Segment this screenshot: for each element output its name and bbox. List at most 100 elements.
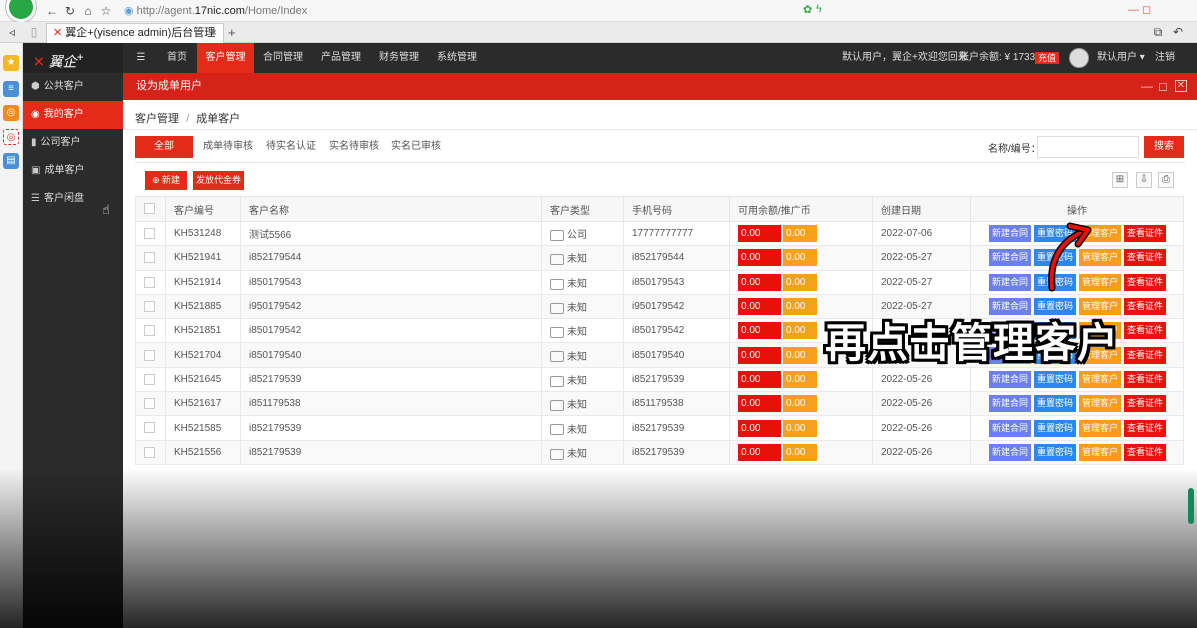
new-contract-button[interactable]: 新建合同 (989, 419, 1032, 437)
new-contract-button[interactable]: 新建合同 (989, 225, 1032, 243)
menu-toggle-icon[interactable]: ☰ (131, 43, 151, 73)
col-header-name[interactable]: 客户名称 (240, 196, 542, 222)
balance-badge: 0.00 (738, 419, 781, 437)
select-all-cell (135, 196, 166, 222)
view-documents-button[interactable]: 查看证件 (1124, 419, 1167, 437)
avatar[interactable] (1069, 48, 1089, 68)
close-icon[interactable]: ✕ (1175, 80, 1187, 92)
col-header-phone[interactable]: 手机号码 (623, 196, 730, 222)
new-contract-button[interactable]: 新建合同 (989, 443, 1032, 461)
tab-close-button[interactable]: × (211, 24, 217, 43)
export-icon[interactable]: ⇩ (1136, 172, 1152, 188)
reset-password-button[interactable]: 重置密码 (1034, 370, 1077, 388)
row-checkbox[interactable] (144, 349, 155, 361)
col-header-type[interactable]: 客户类型 (541, 196, 624, 222)
row-checkbox[interactable] (144, 422, 155, 434)
nav-contract-management[interactable]: 合同管理 (256, 43, 310, 73)
search-input[interactable] (1037, 136, 1139, 158)
customer-type-cell: 未知 (541, 245, 624, 271)
print-icon[interactable]: ⎙ (1158, 172, 1174, 188)
speed-icon[interactable]: ϟ (816, 3, 822, 15)
filter-tab-pending-deal[interactable]: 成单待审核 (203, 136, 253, 158)
nav-finance-management[interactable]: 财务管理 (371, 43, 427, 73)
col-header-id[interactable]: 客户编号 (165, 196, 241, 222)
view-documents-button[interactable]: 查看证件 (1124, 346, 1167, 364)
filter-tab-verified[interactable]: 实名已审核 (391, 136, 441, 158)
view-documents-button[interactable]: 查看证件 (1124, 443, 1167, 461)
balance-cell: 0.00 0.00 (729, 415, 873, 441)
bookmark-star-icon[interactable]: ☆ (98, 3, 114, 19)
target-icon[interactable]: ◎ (3, 129, 19, 145)
row-checkbox[interactable] (144, 398, 155, 410)
search-button[interactable]: 搜索 (1144, 136, 1184, 158)
window-controls-icon[interactable]: — ◻ (1128, 3, 1151, 16)
manage-customer-button[interactable]: 管理客户 (1079, 370, 1122, 388)
restore-icon[interactable]: ⧉ (1150, 24, 1166, 40)
row-checkbox[interactable] (144, 228, 155, 240)
reset-password-button[interactable]: 重置密码 (1034, 395, 1077, 413)
new-contract-button[interactable]: 新建合同 (989, 370, 1032, 388)
new-tab-button[interactable]: + (228, 25, 236, 40)
address-bar[interactable]: ◉ http://agent.17nic.com/Home/Index (124, 3, 834, 19)
reset-password-button[interactable]: 重置密码 (1034, 443, 1077, 461)
filter-tab-pending-verify[interactable]: 待实名认证 (266, 136, 316, 158)
sidebar-item-public[interactable]: ⬢ 公共客户 (23, 73, 123, 101)
manage-customer-button[interactable]: 管理客户 (1079, 443, 1122, 461)
manage-customer-button[interactable]: 管理客户 (1079, 395, 1122, 413)
sidebar-toggle-icon[interactable]: ◃ (4, 24, 20, 40)
row-checkbox[interactable] (144, 252, 155, 264)
breadcrumb-root[interactable]: 客户管理 (135, 113, 179, 125)
browser-tab[interactable]: ✕ 翼企+(yisence admin)后台管理 × (46, 23, 224, 43)
logout-link[interactable]: 注销 (1155, 43, 1175, 73)
view-documents-button[interactable]: 查看证件 (1124, 370, 1167, 388)
new-contract-button[interactable]: 新建合同 (989, 395, 1032, 413)
new-customer-button[interactable]: ⊕ 新建 (145, 171, 187, 190)
row-checkbox[interactable] (144, 446, 155, 458)
new-contract-button[interactable]: 新建合同 (989, 249, 1032, 267)
home-icon[interactable]: ⌂ (80, 3, 96, 19)
nav-system-management[interactable]: 系统管理 (429, 43, 485, 73)
customer-type-cell: 未知 (541, 439, 624, 465)
scrollbar[interactable] (1188, 488, 1194, 524)
view-documents-button[interactable]: 查看证件 (1124, 225, 1167, 243)
filter-tab-all[interactable]: 全部 (135, 136, 193, 158)
col-header-balance[interactable]: 可用余额/推广币 (729, 196, 873, 222)
weibo-icon[interactable]: ◎ (3, 105, 19, 121)
nav-product-management[interactable]: 产品管理 (313, 43, 369, 73)
row-checkbox[interactable] (144, 300, 155, 312)
document-icon[interactable]: ▤ (3, 153, 19, 169)
reload-icon[interactable]: ↻ (62, 3, 78, 19)
view-documents-button[interactable]: 查看证件 (1124, 322, 1167, 340)
sidebar-item-company[interactable]: ▮ 公司客户 (23, 129, 123, 157)
row-checkbox[interactable] (144, 373, 155, 385)
nav-customer-management[interactable]: 客户管理 (197, 43, 254, 73)
maximize-icon[interactable]: ◻ (1158, 73, 1168, 100)
issue-voucher-button[interactable]: 发放代金券 (193, 171, 244, 190)
security-icon[interactable]: ✿ (803, 3, 812, 16)
back-icon[interactable]: ← (44, 3, 60, 19)
sidebar-item-my-customers[interactable]: ◉ 我的客户 (23, 101, 123, 129)
new-contract-button[interactable]: 新建合同 (989, 273, 1032, 291)
col-header-date[interactable]: 创建日期 (872, 196, 971, 222)
view-documents-button[interactable]: 查看证件 (1124, 249, 1167, 267)
select-all-checkbox[interactable] (144, 203, 155, 215)
reset-password-button[interactable]: 重置密码 (1034, 419, 1077, 437)
table-row: KH521617 i851179538 未知 i851179538 0.00 0.00 20… (135, 391, 1184, 417)
view-documents-button[interactable]: 查看证件 (1124, 298, 1167, 316)
filter-tab-verify-review[interactable]: 实名待审核 (329, 136, 379, 158)
sidebar-item-closed-deals[interactable]: ▣ 成单客户 (23, 157, 123, 185)
minimize-icon[interactable]: — (1141, 73, 1153, 100)
user-menu[interactable]: 默认用户 ▾ (1097, 43, 1145, 73)
favorites-icon[interactable]: ★ (3, 55, 19, 71)
table-row: KH521585 i852179539 未知 i852179539 0.00 0.00 20… (135, 415, 1184, 441)
manage-customer-button[interactable]: 管理客户 (1079, 419, 1122, 437)
recharge-button[interactable]: 充值 (1035, 52, 1060, 64)
reader-icon[interactable]: ≡ (3, 81, 19, 97)
view-documents-button[interactable]: 查看证件 (1124, 395, 1167, 413)
undo-icon[interactable]: ↶ (1170, 24, 1186, 40)
row-checkbox[interactable] (144, 325, 155, 337)
row-checkbox[interactable] (144, 276, 155, 288)
columns-icon[interactable]: ⊞ (1112, 172, 1128, 188)
nav-home[interactable]: 首页 (159, 43, 195, 73)
view-documents-button[interactable]: 查看证件 (1124, 273, 1167, 291)
